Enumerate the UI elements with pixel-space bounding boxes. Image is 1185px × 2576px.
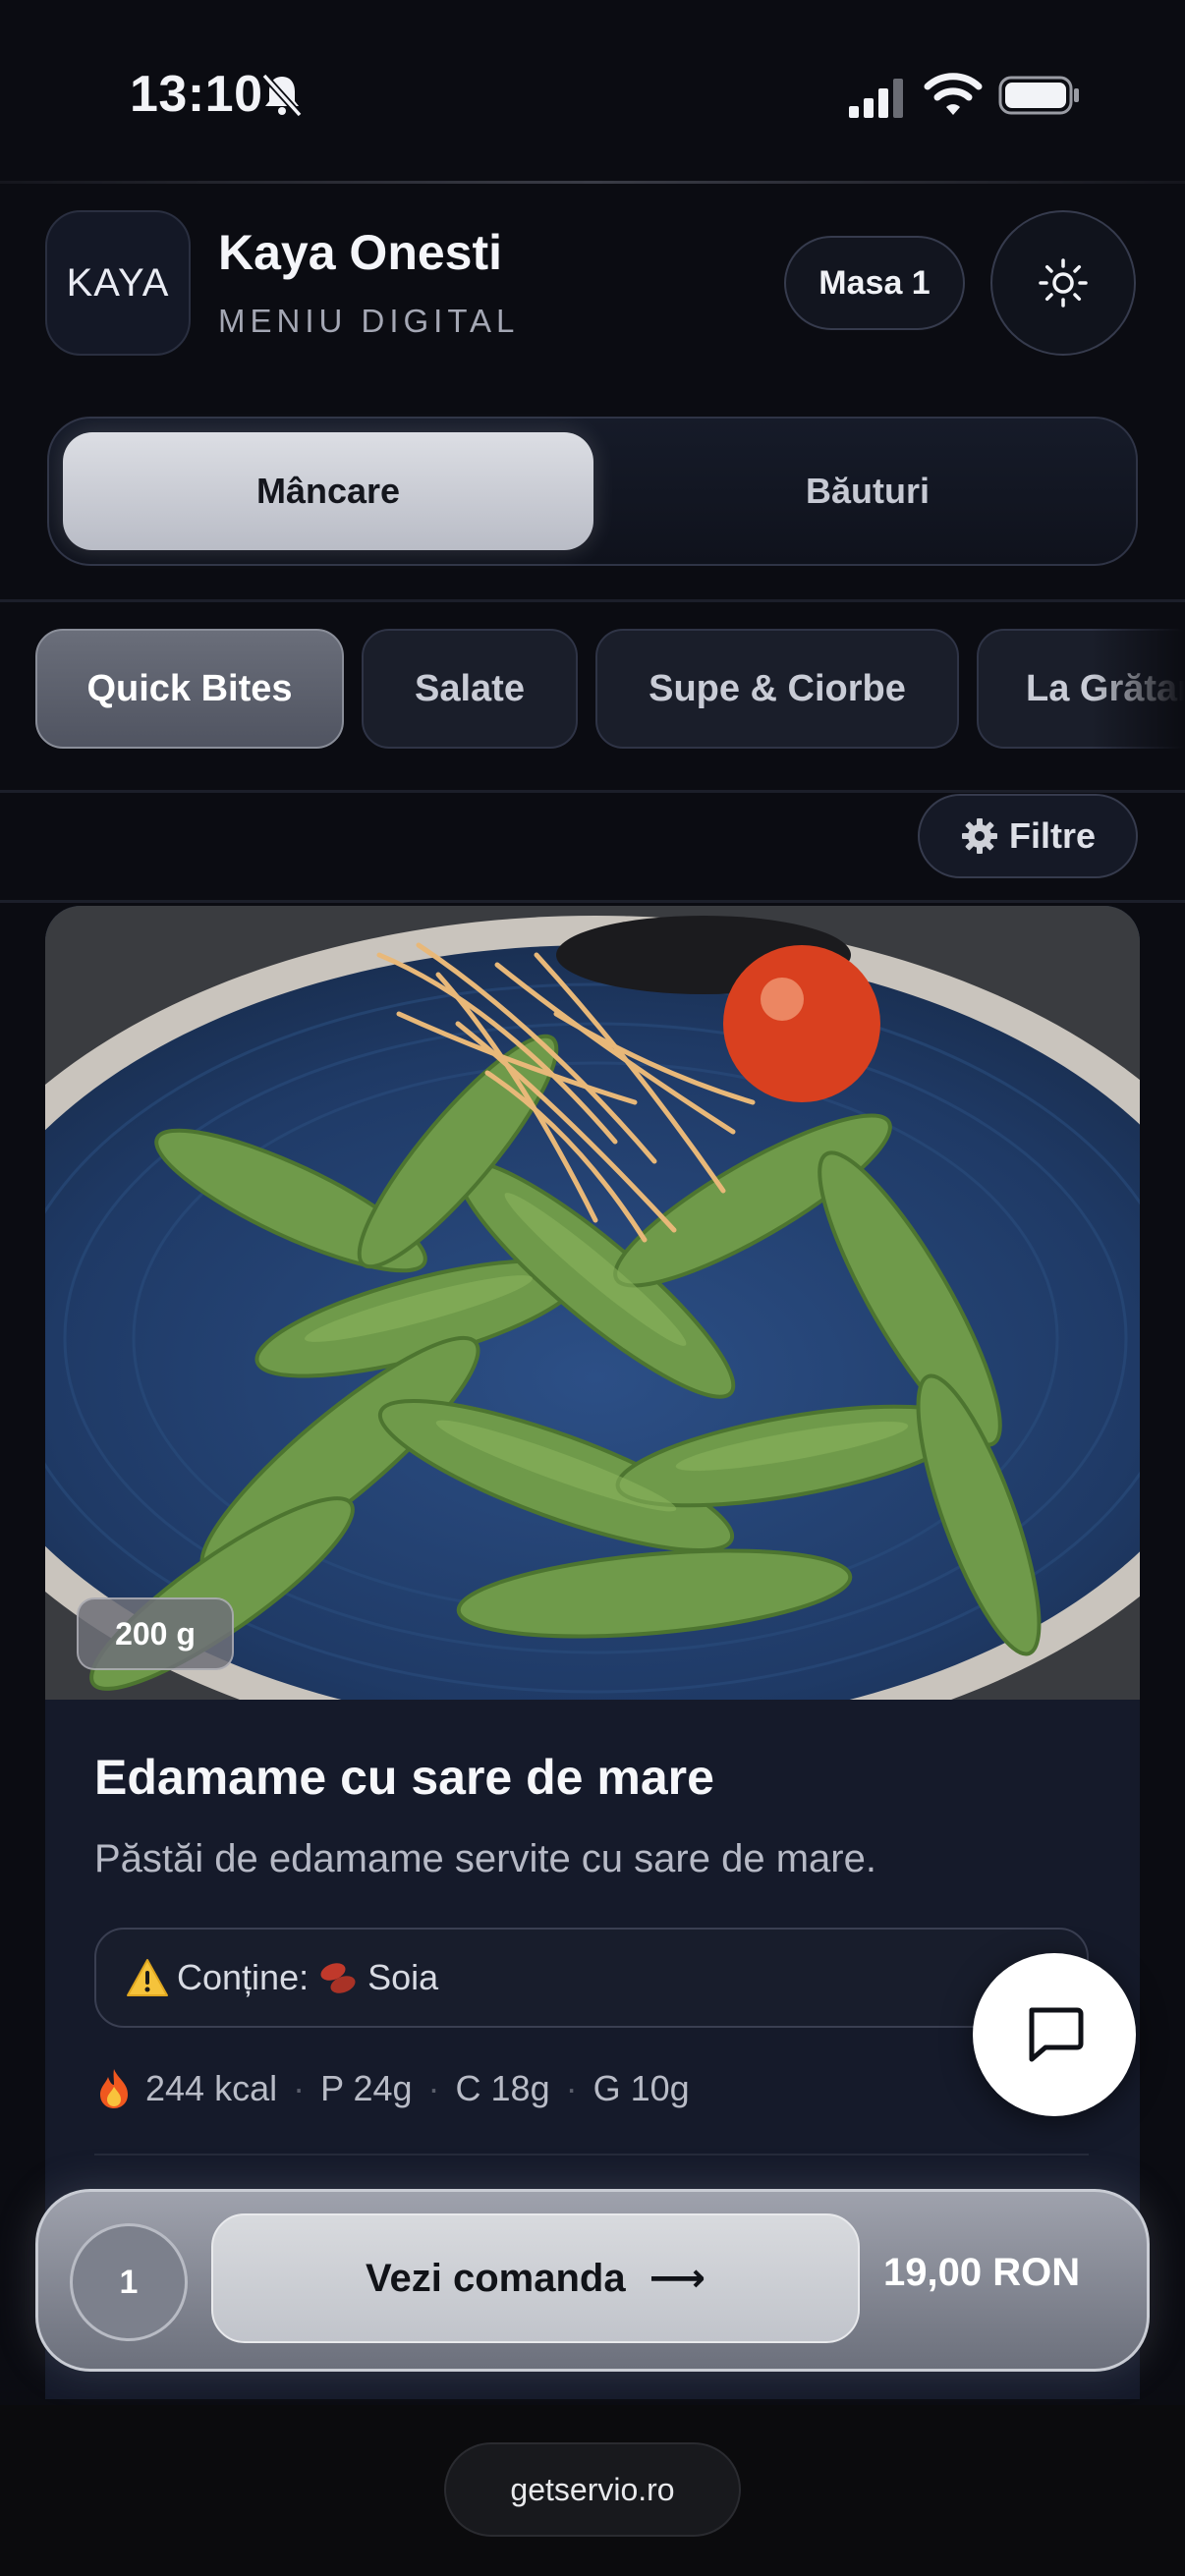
filter-button[interactable]: Filtre [918,794,1138,878]
header-divider [0,181,1185,184]
separator-dot: · [427,2068,440,2108]
dish-title: Edamame cu sare de mare [94,1750,714,1805]
category-tab-salate[interactable]: Salate [362,629,578,749]
chat-button[interactable] [973,1953,1136,2116]
domain-pill[interactable]: getservio.ro [444,2442,741,2537]
restaurant-logo: KAYA [45,210,191,356]
separator-dot: · [293,2068,306,2108]
status-time: 13:10 [130,66,263,123]
view-order-button[interactable]: Vezi comanda ⟶ [211,2213,860,2343]
fire-icon [100,2069,128,2108]
dish-photo [45,906,1140,1700]
chat-bubble-icon [1029,2007,1084,2062]
sun-icon [1039,258,1088,308]
allergen-name: Soia [367,1957,439,1997]
arrow-right-icon: ⟶ [649,2257,705,2300]
separator-dot: · [565,2068,578,2108]
weight-badge: 200 g [77,1597,234,1670]
logo-text: KAYA [66,260,170,305]
divider [0,900,1185,903]
bell-muted-icon [261,73,303,118]
signal-icon [849,79,903,118]
card-divider [94,2154,1089,2156]
category-tab-quick-bites[interactable]: Quick Bites [35,629,344,749]
segment-food[interactable]: Mâncare [63,432,593,550]
divider [0,790,1185,793]
order-total: 19,00 RON [883,2251,1081,2294]
carbs-value: C 18g [455,2068,550,2108]
filter-label: Filtre [1008,815,1096,856]
menu-subtitle: MENIU DIGITAL [218,303,520,339]
order-bar: 1 Vezi comanda ⟶ 19,00 RON [35,2189,1150,2372]
view-order-label: Vezi comanda [366,2256,626,2300]
category-tab-supe-ciorbe[interactable]: Supe & Ciorbe [595,629,959,749]
gear-icon [961,818,997,854]
status-bar: 13:10 [0,0,1185,187]
allergen-prefix: Conține: [177,1957,310,1997]
fat-value: G 10g [592,2068,690,2108]
nutrition-info: 244 kcal · P 24g · C 18g · G 10g [94,2067,690,2110]
protein-value: P 24g [320,2068,413,2108]
wifi-icon [924,73,983,115]
item-count-badge: 1 [70,2223,188,2341]
allergen-info: Conține: Soia [94,1928,1089,2028]
restaurant-name: Kaya Onesti [218,225,503,280]
theme-toggle-button[interactable] [990,210,1136,356]
menu-type-switch: Mâncare Băuturi [47,417,1138,566]
warning-icon [127,1959,168,1996]
battery-icon [998,76,1079,115]
tabs-fade [1091,619,1185,756]
table-badge[interactable]: Masa 1 [784,236,965,330]
dish-description: Păstăi de edamame servite cu sare de mar… [94,1837,876,1880]
kcal-value: 244 kcal [145,2068,278,2108]
divider [0,599,1185,602]
segment-drinks[interactable]: Băuturi [609,432,1126,550]
product-card[interactable]: 200 g Edamame cu sare de mare Păstăi de … [45,906,1140,2399]
beans-icon [320,1963,356,1993]
